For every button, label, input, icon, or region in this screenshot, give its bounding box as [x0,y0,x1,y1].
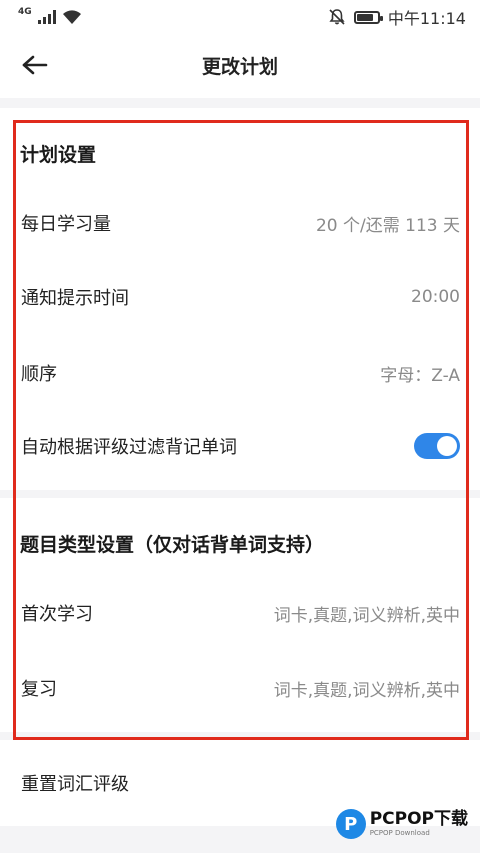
first-study-label: 首次学习 [21,604,93,625]
section-divider [0,98,480,108]
section-divider [0,490,480,498]
status-left: 4G [18,7,82,25]
watermark-text: PCPOP下载 PCPOP Download [370,811,468,837]
status-bar: 4G 中午11:14 [0,0,480,34]
nav-bar: 更改计划 [0,34,480,96]
review-label: 复习 [21,679,57,700]
page-title: 更改计划 [201,55,278,78]
review-value: 词卡,真题,词义辨析,英中 [273,680,460,701]
watermark-sub: PCPOP Download [369,829,430,837]
signal-icon [37,10,56,24]
status-right: 中午11:14 [328,5,466,29]
notification-time-value: 20:00 [411,287,460,307]
auto-filter-label: 自动根据评级过滤背记单词 [21,437,237,458]
notification-time-label: 通知提示时间 [21,288,129,309]
reset-rating-row[interactable]: 重置词汇评级 [0,755,480,811]
wifi-icon [62,10,81,24]
auto-filter-row: 自动根据评级过滤背记单词 [0,418,480,474]
watermark-main: PCPOP下载 [369,809,468,829]
order-label: 顺序 [21,364,57,385]
auto-filter-toggle[interactable] [414,433,460,459]
daily-amount-value: 20 个/还需 113 天 [315,215,460,236]
arrow-left-icon [22,55,48,75]
back-button[interactable] [18,48,52,82]
section-divider [0,732,480,740]
reset-rating-label: 重置词汇评级 [21,774,129,795]
review-row[interactable]: 复习 词卡,真题,词义辨析,英中 [0,660,480,716]
status-time: 中午11:14 [387,9,466,28]
daily-amount-label: 每日学习量 [21,214,111,235]
plan-settings-title: 计划设置 [20,144,97,166]
watermark: P PCPOP下载 PCPOP Download [335,809,468,839]
daily-amount-row[interactable]: 每日学习量 20 个/还需 113 天 [0,195,480,251]
first-study-row[interactable]: 首次学习 词卡,真题,词义辨析,英中 [0,585,480,641]
mute-bell-icon [329,9,345,25]
first-study-value: 词卡,真题,词义辨析,英中 [273,605,460,626]
network-type: 4G [18,7,32,17]
order-row[interactable]: 顺序 字母：Z-A [0,345,480,401]
question-settings-title: 题目类型设置（仅对话背单词支持） [20,534,325,556]
notification-time-row[interactable]: 通知提示时间 20:00 [0,269,480,325]
battery-icon [353,10,383,24]
toggle-knob [437,436,457,456]
order-value: 字母：Z-A [380,365,460,386]
watermark-logo: P [335,809,366,839]
